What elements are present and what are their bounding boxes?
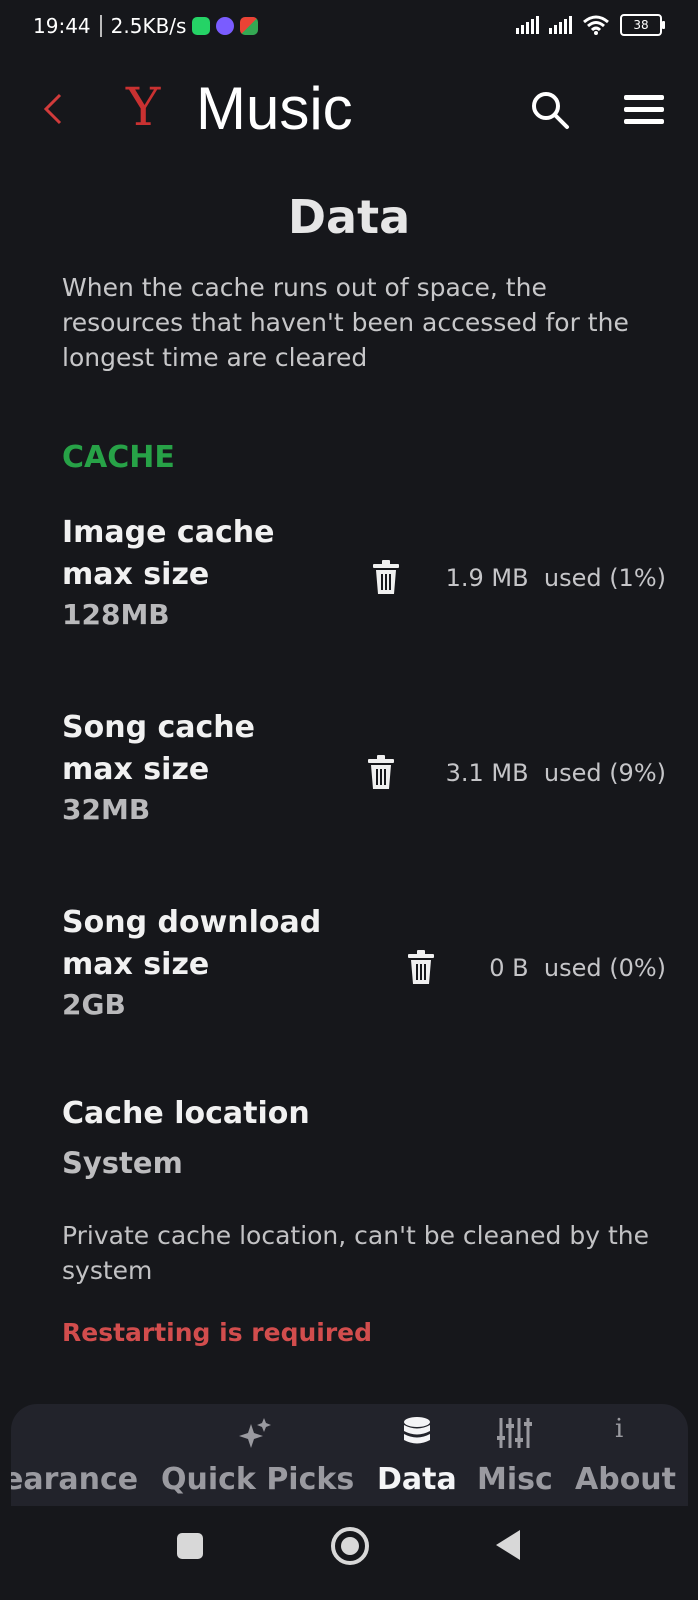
whatsapp-icon [192,17,211,35]
page-title: Data [287,190,411,244]
bottom-navigation: earance Quick Picks Data Misc i About [11,1404,688,1506]
page-description: When the cache runs out of space, the re… [62,273,629,372]
cache-usage-text: 1.9 MB used (1%) [445,564,666,592]
back-nav-button[interactable] [494,1528,522,1566]
image-cache-setting[interactable]: Image cache max size 128MB 1.9 MB used (… [0,512,698,662]
tab-label: Quick Picks [161,1462,355,1497]
restart-warning: Restarting is required [62,1318,373,1347]
home-circle-icon [331,1527,369,1565]
tab-misc[interactable]: Misc [477,1404,567,1506]
recents-button[interactable] [176,1532,204,1564]
hamburger-menu-icon [624,95,664,124]
setting-value: 32MB [62,793,151,826]
song-cache-setting[interactable]: Song cache max size 32MB 3.1 MB used (9%… [0,707,698,857]
trash-icon[interactable] [371,560,401,596]
cache-location-description: Private cache location, can't be cleaned… [62,1221,649,1285]
setting-title-line: max size [62,557,210,592]
setting-title-line: Song cache [62,710,256,745]
setting-title-line: Image cache [62,515,275,550]
home-button[interactable] [330,1526,370,1570]
tab-label: Data [377,1462,457,1497]
battery-icon: 38 [620,14,665,36]
network-speed: 2.5KB/s [110,14,187,38]
tab-about[interactable]: i About [575,1404,685,1506]
database-icon [404,1417,430,1444]
trash-icon[interactable] [406,950,436,986]
app-notification-icon [240,17,259,35]
media-player-icon [216,17,235,35]
back-button[interactable] [40,90,66,136]
cache-usage-text: 3.1 MB used (9%) [445,759,666,787]
setting-title: Song cache max size [62,707,255,791]
signal-1-icon [516,16,539,34]
tab-data[interactable]: Data [377,1404,467,1506]
system-navigation-bar [0,1506,698,1600]
status-time: 19:44 [33,14,91,38]
wifi-icon [583,15,609,35]
cache-usage-text: 0 B used (0%) [489,954,666,982]
status-left: 19:44 2.5KB/s [33,14,259,38]
app-title: Music [196,75,353,142]
tab-label: About [575,1462,677,1497]
sliders-icon [497,1418,532,1448]
chevron-left-icon [43,93,62,125]
square-icon [177,1533,203,1559]
search-button[interactable] [526,86,574,134]
tab-label: Misc [477,1462,553,1497]
section-header-cache: CACHE [62,440,175,475]
setting-title-line: Song download [62,905,322,940]
cache-location-value[interactable]: System [62,1146,183,1180]
song-download-setting[interactable]: Song download max size 2GB 0 B used (0%) [0,902,698,1052]
trash-icon[interactable] [366,755,396,791]
sparkles-icon [239,1418,271,1448]
status-separator [99,15,102,37]
search-icon [532,92,569,129]
cache-location-title[interactable]: Cache location [62,1096,310,1131]
status-bar: 19:44 2.5KB/s 38 [0,0,698,56]
menu-button[interactable] [620,86,668,134]
setting-title: Image cache max size [62,512,274,596]
app-bar: Y Music [0,72,698,152]
info-icon: i [615,1414,624,1444]
tab-quick-picks[interactable]: Quick Picks [161,1404,361,1506]
setting-title-line: max size [62,947,210,982]
setting-title-line: max size [62,752,210,787]
app-logo: Y [126,78,161,138]
setting-value: 2GB [62,988,126,1021]
tab-appearance[interactable]: earance [11,1404,143,1506]
status-right: 38 [516,14,665,36]
tab-label: earance [11,1462,139,1497]
signal-2-icon [549,16,572,34]
back-triangle-icon [496,1530,520,1560]
setting-value: 128MB [62,598,170,631]
setting-title: Song download max size [62,902,321,986]
